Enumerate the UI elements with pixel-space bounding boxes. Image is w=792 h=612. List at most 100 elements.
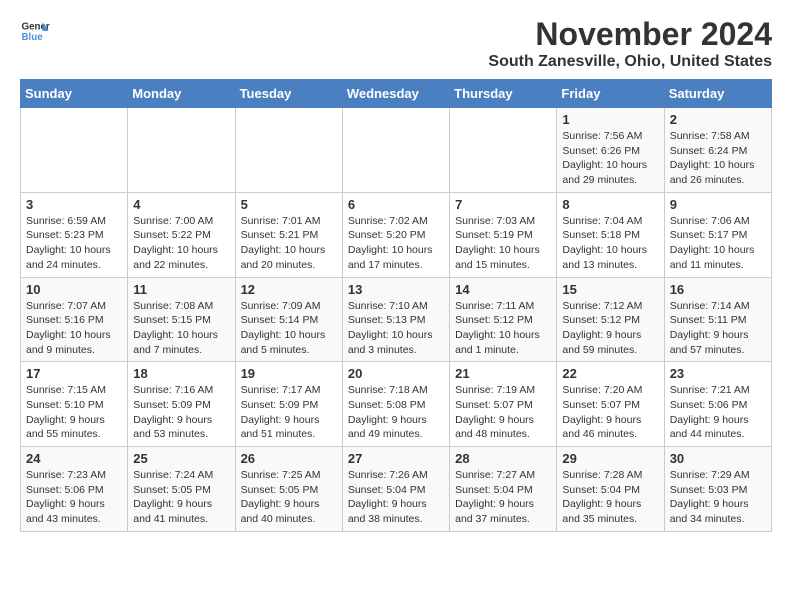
day-number: 11 xyxy=(133,282,229,297)
calendar-cell: 18 Sunrise: 7:16 AM Sunset: 5:09 PM Dayli… xyxy=(128,362,235,447)
day-detail: Sunrise: 7:58 AM Sunset: 6:24 PM Dayligh… xyxy=(670,129,766,188)
day-number: 8 xyxy=(562,197,658,212)
day-number: 6 xyxy=(348,197,444,212)
calendar-cell: 19Sunrise: 7:17 AM Sunset: 5:09 PM Dayli… xyxy=(235,362,342,447)
day-number: 24 xyxy=(26,451,122,466)
day-detail: Sunrise: 7:03 AM Sunset: 5:19 PM Dayligh… xyxy=(455,214,551,273)
day-of-week-header: Tuesday xyxy=(235,80,342,108)
logo-icon: General Blue xyxy=(20,16,50,46)
calendar-week-row: 1 Sunrise: 7:56 AM Sunset: 6:26 PM Daylig… xyxy=(21,108,772,193)
day-detail: Sunrise: 7:24 AM Sunset: 5:05 PM Dayligh… xyxy=(133,468,229,527)
day-number: 4 xyxy=(133,197,229,212)
day-detail: Sunrise: 7:09 AM Sunset: 5:14 PM Dayligh… xyxy=(241,299,337,358)
day-detail: Sunrise: 7:20 AM Sunset: 5:07 PM Dayligh… xyxy=(562,383,658,442)
logo: General Blue xyxy=(20,16,50,46)
day-detail: Sunrise: 7:19 AM Sunset: 5:07 PM Dayligh… xyxy=(455,383,551,442)
day-of-week-header: Sunday xyxy=(21,80,128,108)
day-number: 25 xyxy=(133,451,229,466)
calendar-body: 1 Sunrise: 7:56 AM Sunset: 6:26 PM Daylig… xyxy=(21,108,772,532)
day-detail: Sunrise: 7:15 AM Sunset: 5:10 PM Dayligh… xyxy=(26,383,122,442)
day-number: 10 xyxy=(26,282,122,297)
day-of-week-header: Friday xyxy=(557,80,664,108)
calendar-cell: 22 Sunrise: 7:20 AM Sunset: 5:07 PM Dayli… xyxy=(557,362,664,447)
calendar-cell: 6 Sunrise: 7:02 AM Sunset: 5:20 PM Daylig… xyxy=(342,192,449,277)
calendar-cell: 11Sunrise: 7:08 AM Sunset: 5:15 PM Dayli… xyxy=(128,277,235,362)
day-detail: Sunrise: 7:00 AM Sunset: 5:22 PM Dayligh… xyxy=(133,214,229,273)
calendar-cell: 13 Sunrise: 7:10 AM Sunset: 5:13 PM Dayli… xyxy=(342,277,449,362)
day-number: 9 xyxy=(670,197,766,212)
day-detail: Sunrise: 7:11 AM Sunset: 5:12 PM Dayligh… xyxy=(455,299,551,358)
day-number: 1 xyxy=(562,112,658,127)
day-number: 14 xyxy=(455,282,551,297)
day-detail: Sunrise: 7:18 AM Sunset: 5:08 PM Dayligh… xyxy=(348,383,444,442)
day-detail: Sunrise: 7:25 AM Sunset: 5:05 PM Dayligh… xyxy=(241,468,337,527)
calendar-cell: 2 Sunrise: 7:58 AM Sunset: 6:24 PM Daylig… xyxy=(664,108,771,193)
calendar-cell xyxy=(21,108,128,193)
calendar-cell: 25 Sunrise: 7:24 AM Sunset: 5:05 PM Dayli… xyxy=(128,447,235,532)
calendar-cell xyxy=(342,108,449,193)
calendar-cell: 15 Sunrise: 7:12 AM Sunset: 5:12 PM Dayli… xyxy=(557,277,664,362)
day-detail: Sunrise: 7:21 AM Sunset: 5:06 PM Dayligh… xyxy=(670,383,766,442)
day-detail: Sunrise: 7:10 AM Sunset: 5:13 PM Dayligh… xyxy=(348,299,444,358)
day-detail: Sunrise: 7:16 AM Sunset: 5:09 PM Dayligh… xyxy=(133,383,229,442)
calendar-cell: 8 Sunrise: 7:04 AM Sunset: 5:18 PM Daylig… xyxy=(557,192,664,277)
calendar-cell: 16 Sunrise: 7:14 AM Sunset: 5:11 PM Dayli… xyxy=(664,277,771,362)
day-number: 13 xyxy=(348,282,444,297)
calendar-week-row: 3 Sunrise: 6:59 AM Sunset: 5:23 PM Daylig… xyxy=(21,192,772,277)
day-detail: Sunrise: 7:02 AM Sunset: 5:20 PM Dayligh… xyxy=(348,214,444,273)
calendar-week-row: 17 Sunrise: 7:15 AM Sunset: 5:10 PM Dayli… xyxy=(21,362,772,447)
day-number: 21 xyxy=(455,366,551,381)
day-number: 12 xyxy=(241,282,337,297)
day-number: 28 xyxy=(455,451,551,466)
day-of-week-header: Monday xyxy=(128,80,235,108)
calendar-cell: 24Sunrise: 7:23 AM Sunset: 5:06 PM Dayli… xyxy=(21,447,128,532)
day-number: 22 xyxy=(562,366,658,381)
day-of-week-header: Saturday xyxy=(664,80,771,108)
day-detail: Sunrise: 7:07 AM Sunset: 5:16 PM Dayligh… xyxy=(26,299,122,358)
calendar-cell: 23 Sunrise: 7:21 AM Sunset: 5:06 PM Dayli… xyxy=(664,362,771,447)
calendar-week-row: 24Sunrise: 7:23 AM Sunset: 5:06 PM Dayli… xyxy=(21,447,772,532)
calendar-cell: 4 Sunrise: 7:00 AM Sunset: 5:22 PM Daylig… xyxy=(128,192,235,277)
calendar-cell: 1 Sunrise: 7:56 AM Sunset: 6:26 PM Daylig… xyxy=(557,108,664,193)
calendar-cell: 30Sunrise: 7:29 AM Sunset: 5:03 PM Dayli… xyxy=(664,447,771,532)
calendar-cell xyxy=(235,108,342,193)
day-detail: Sunrise: 7:56 AM Sunset: 6:26 PM Dayligh… xyxy=(562,129,658,188)
calendar-cell: 9 Sunrise: 7:06 AM Sunset: 5:17 PM Daylig… xyxy=(664,192,771,277)
calendar-cell: 3 Sunrise: 6:59 AM Sunset: 5:23 PM Daylig… xyxy=(21,192,128,277)
calendar-cell: 17 Sunrise: 7:15 AM Sunset: 5:10 PM Dayli… xyxy=(21,362,128,447)
calendar-cell: 20Sunrise: 7:18 AM Sunset: 5:08 PM Dayli… xyxy=(342,362,449,447)
day-detail: Sunrise: 6:59 AM Sunset: 5:23 PM Dayligh… xyxy=(26,214,122,273)
day-number: 23 xyxy=(670,366,766,381)
day-number: 29 xyxy=(562,451,658,466)
svg-text:Blue: Blue xyxy=(22,32,44,43)
day-detail: Sunrise: 7:06 AM Sunset: 5:17 PM Dayligh… xyxy=(670,214,766,273)
calendar-cell: 28Sunrise: 7:27 AM Sunset: 5:04 PM Dayli… xyxy=(450,447,557,532)
location-title: South Zanesville, Ohio, United States xyxy=(488,53,772,71)
day-detail: Sunrise: 7:28 AM Sunset: 5:04 PM Dayligh… xyxy=(562,468,658,527)
calendar-cell: 27Sunrise: 7:26 AM Sunset: 5:04 PM Dayli… xyxy=(342,447,449,532)
month-title: November 2024 xyxy=(488,16,772,53)
day-number: 19 xyxy=(241,366,337,381)
day-number: 17 xyxy=(26,366,122,381)
day-number: 3 xyxy=(26,197,122,212)
day-detail: Sunrise: 7:12 AM Sunset: 5:12 PM Dayligh… xyxy=(562,299,658,358)
calendar-cell: 21 Sunrise: 7:19 AM Sunset: 5:07 PM Dayli… xyxy=(450,362,557,447)
day-detail: Sunrise: 7:04 AM Sunset: 5:18 PM Dayligh… xyxy=(562,214,658,273)
calendar-table: SundayMondayTuesdayWednesdayThursdayFrid… xyxy=(20,79,772,532)
day-number: 2 xyxy=(670,112,766,127)
calendar-cell: 26Sunrise: 7:25 AM Sunset: 5:05 PM Dayli… xyxy=(235,447,342,532)
day-number: 16 xyxy=(670,282,766,297)
day-number: 18 xyxy=(133,366,229,381)
day-detail: Sunrise: 7:14 AM Sunset: 5:11 PM Dayligh… xyxy=(670,299,766,358)
day-number: 5 xyxy=(241,197,337,212)
day-of-week-header: Thursday xyxy=(450,80,557,108)
calendar-cell: 5Sunrise: 7:01 AM Sunset: 5:21 PM Daylig… xyxy=(235,192,342,277)
calendar-week-row: 10 Sunrise: 7:07 AM Sunset: 5:16 PM Dayli… xyxy=(21,277,772,362)
day-number: 30 xyxy=(670,451,766,466)
calendar-cell xyxy=(128,108,235,193)
day-number: 7 xyxy=(455,197,551,212)
day-number: 15 xyxy=(562,282,658,297)
calendar-cell: 12 Sunrise: 7:09 AM Sunset: 5:14 PM Dayli… xyxy=(235,277,342,362)
title-area: November 2024 South Zanesville, Ohio, Un… xyxy=(488,16,772,71)
day-number: 27 xyxy=(348,451,444,466)
